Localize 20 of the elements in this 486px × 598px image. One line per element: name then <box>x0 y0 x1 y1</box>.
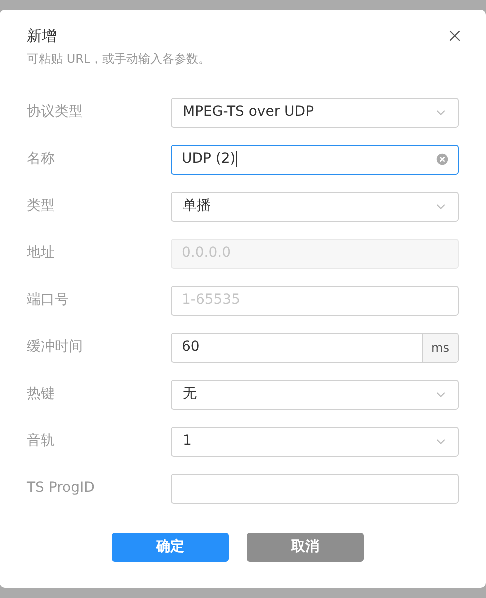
field-label: 地址 <box>27 244 56 263</box>
input-field[interactable]: 60 ms <box>171 332 459 362</box>
select-field[interactable]: 无 <box>171 380 459 410</box>
select-field[interactable]: 1 <box>171 426 459 456</box>
select-field[interactable]: MPEG-TS over UDP <box>171 98 459 128</box>
field-label: TS ProgID <box>27 479 96 498</box>
input-field[interactable]: UDP (2) <box>171 144 459 174</box>
field-label: 类型 <box>27 197 56 216</box>
dialog-subtitle: 可粘贴 URL，或手动输入各参数。 <box>27 51 211 68</box>
select-field[interactable]: 单播 <box>171 192 459 222</box>
field-label: 热键 <box>27 385 56 404</box>
dialog-title: 新增 <box>27 26 57 46</box>
clear-icon[interactable] <box>435 152 450 167</box>
field-label: 缓冲时间 <box>27 338 84 357</box>
field-label: 名称 <box>27 150 56 169</box>
unit-label: ms <box>422 334 458 362</box>
field-label: 音轨 <box>27 432 56 451</box>
field-label: 协议类型 <box>27 103 84 122</box>
field-label: 端口号 <box>27 291 70 310</box>
input-field[interactable] <box>171 474 459 504</box>
